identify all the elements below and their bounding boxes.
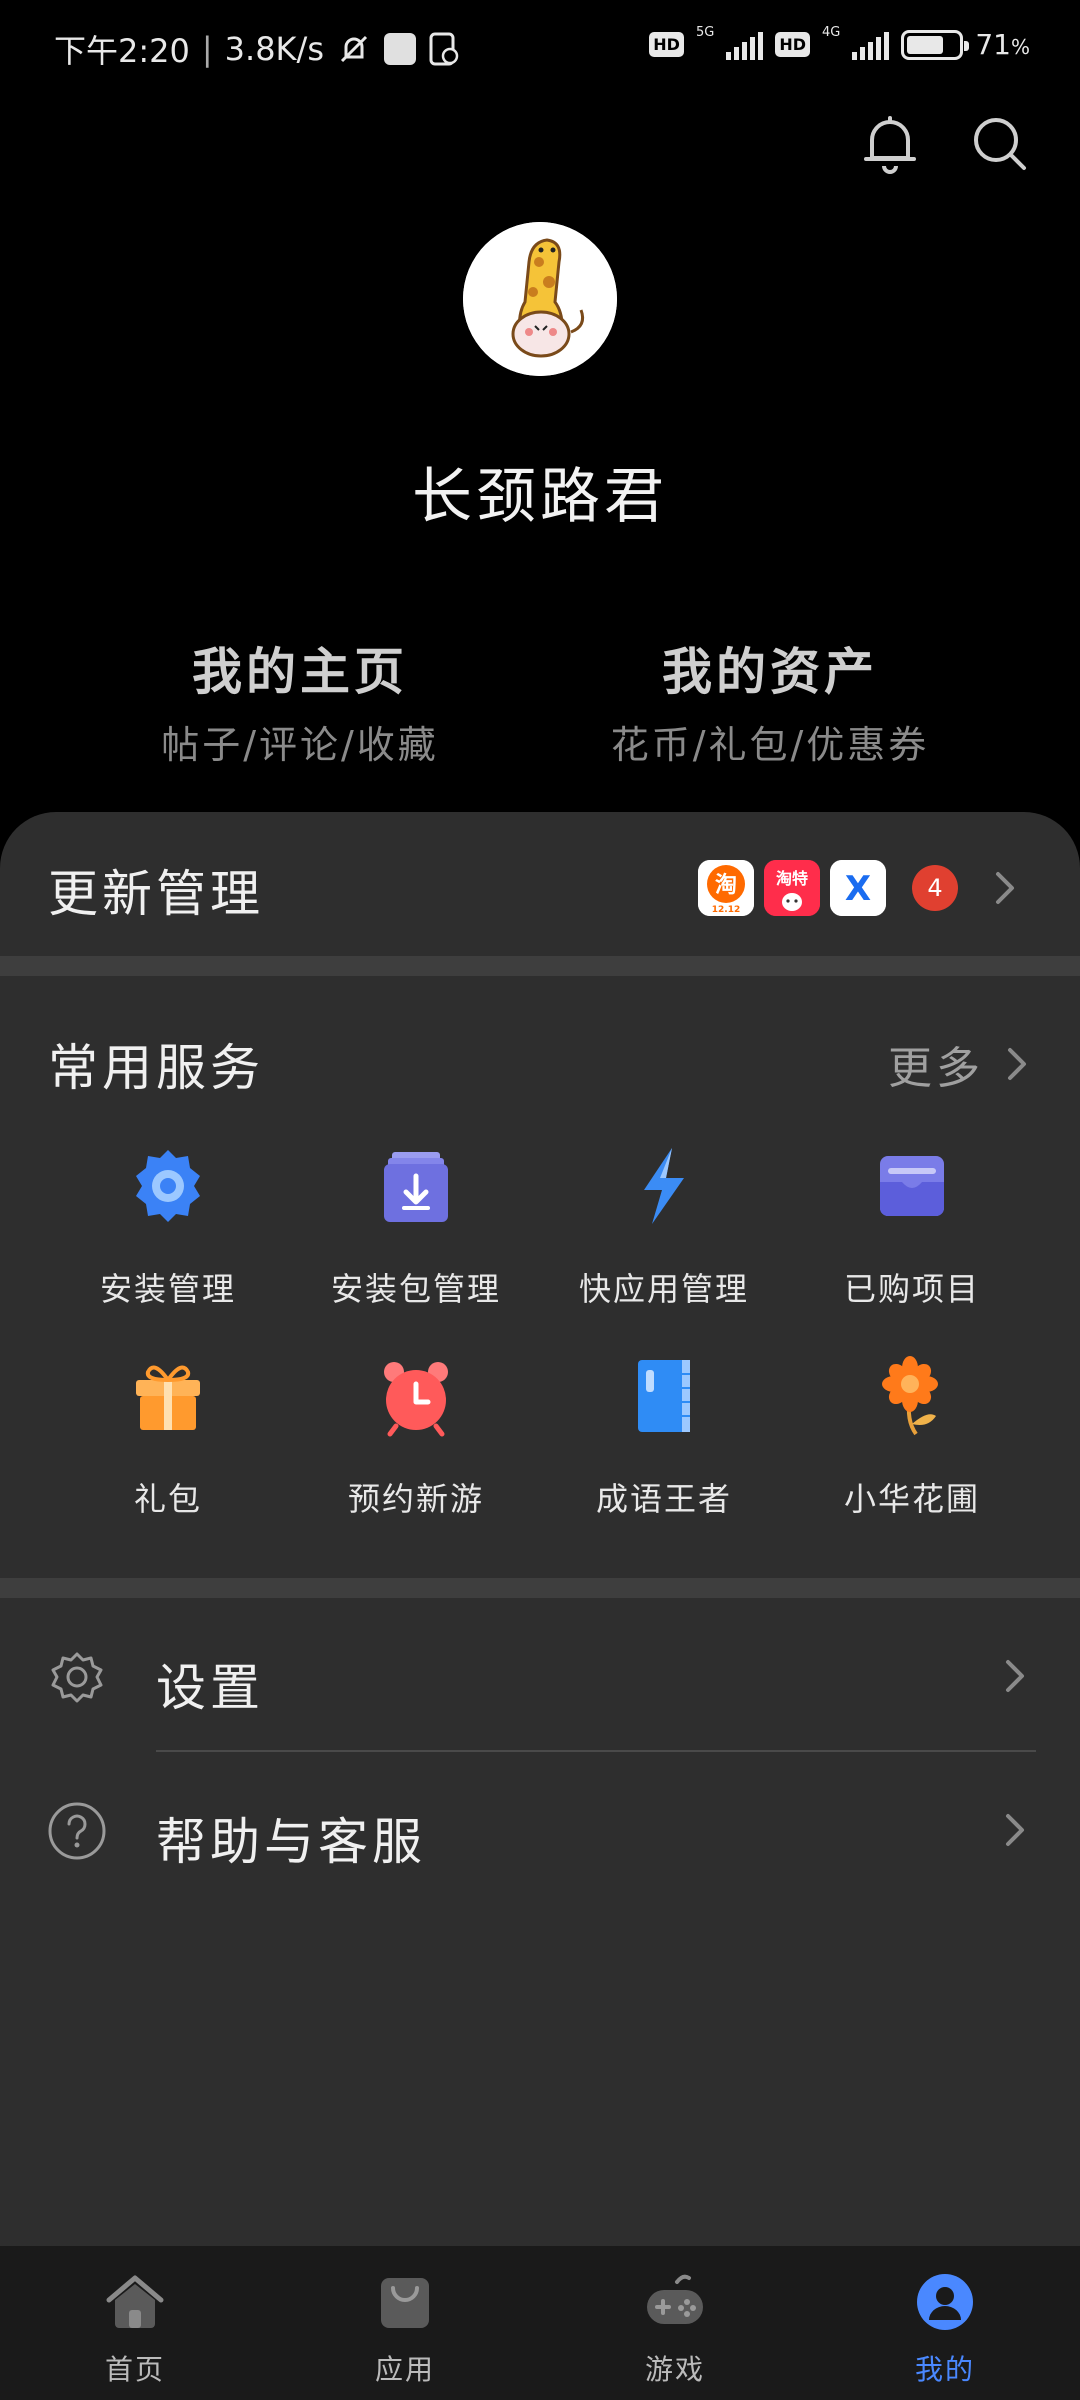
section-divider: [0, 956, 1080, 976]
common-services-title: 常用服务: [48, 1039, 264, 1097]
quick-links: 我的主页 帖子/评论/收藏 我的资产 花币/礼包/优惠券: [0, 632, 1080, 769]
service-install-management[interactable]: 安装管理: [44, 1144, 292, 1314]
my-homepage-title: 我的主页: [192, 643, 408, 701]
help-support-label: 帮助与客服: [156, 1813, 426, 1871]
giraffe-avatar-icon: [463, 222, 617, 376]
home-icon: [106, 2275, 164, 2328]
chevron-right-icon: [996, 872, 1014, 904]
pending-update-apps: 淘 12.12 淘特 X 4: [698, 860, 1020, 916]
network-type-1: 5G: [695, 25, 715, 40]
network-type-2: 4G: [821, 25, 841, 40]
gear-icon: [136, 1150, 200, 1222]
service-gift-pack[interactable]: 礼包: [44, 1354, 292, 1524]
hd-badge-1: HD: [649, 32, 684, 57]
status-bar: 下午2:20 | 3.8K/s HD 5G HD 4G 71%: [0, 0, 1080, 100]
status-left: 下午2:20 | 3.8K/s: [54, 26, 460, 72]
x-app-icon: X: [830, 860, 886, 916]
battery-unit: %: [1010, 35, 1030, 59]
hd-badge-2: HD: [775, 32, 810, 57]
app-bag-icon: [381, 2278, 429, 2328]
svg-text:X: X: [845, 869, 871, 909]
service-package-management[interactable]: 安装包管理: [292, 1144, 540, 1314]
battery-icon: [901, 29, 970, 60]
mute-bell-icon: [340, 35, 368, 63]
svg-text:淘特: 淘特: [776, 869, 808, 888]
settings-label: 设置: [156, 1659, 264, 1717]
search-icon[interactable]: [970, 112, 1030, 176]
help-support-row[interactable]: 帮助与客服: [0, 1752, 1080, 1906]
status-right: HD 5G HD 4G 71%: [649, 25, 1030, 61]
chevron-right-icon: [1006, 1660, 1024, 1692]
battery-percent: 71: [975, 28, 1011, 61]
bottom-nav: 首页 应用 游戏 我的: [0, 2246, 1080, 2400]
settings-row[interactable]: 设置: [0, 1598, 1080, 1752]
service-purchased-items[interactable]: 已购项目: [788, 1144, 1036, 1314]
chevron-right-icon: [1006, 1814, 1024, 1846]
service-label: 已购项目: [843, 1270, 980, 1308]
nav-games-label: 游戏: [644, 2353, 705, 2386]
service-label: 小华花圃: [843, 1480, 980, 1518]
network-speed: 3.8K/s: [224, 30, 324, 68]
my-assets-title: 我的资产: [662, 643, 878, 701]
package-download-icon: [384, 1152, 448, 1222]
service-label: 快应用管理: [578, 1270, 749, 1308]
nav-apps[interactable]: 应用: [270, 2246, 540, 2400]
svg-text:12.12: 12.12: [712, 905, 740, 915]
service-idiom-king[interactable]: 成语王者: [540, 1354, 788, 1524]
nav-home[interactable]: 首页: [0, 2246, 270, 2400]
notification-bell-icon[interactable]: [860, 112, 920, 176]
my-homepage-link[interactable]: 我的主页 帖子/评论/收藏: [0, 632, 540, 769]
update-management-row[interactable]: 更新管理 淘 12.12 淘特 X 4: [0, 812, 1080, 956]
signal-bars-1-icon: [726, 30, 764, 60]
status-time: 下午2:20: [54, 32, 190, 70]
update-count-badge: 4: [912, 865, 958, 911]
chevron-right-icon: [1008, 1048, 1026, 1080]
gamepad-icon: [647, 2274, 703, 2324]
nav-games[interactable]: 游戏: [540, 2246, 810, 2400]
username: 长颈路君: [412, 462, 668, 532]
gift-icon: [136, 1365, 200, 1430]
nav-mine[interactable]: 我的: [810, 2246, 1080, 2400]
signal-bars-2-icon: [852, 30, 890, 60]
avatar[interactable]: [463, 222, 617, 376]
service-flower-garden[interactable]: 小华花圃: [788, 1354, 1036, 1524]
service-label: 安装包管理: [330, 1270, 501, 1308]
service-reserve-new-games[interactable]: 预约新游: [292, 1354, 540, 1524]
header-actions: [860, 112, 1030, 176]
lightning-icon: [644, 1148, 684, 1224]
common-services-section: 常用服务 更多 安装管理 安装包管理 快应用管理 已购项目 礼包 预约新游 成语…: [0, 976, 1080, 1578]
taobao-app-icon: 淘 12.12: [698, 860, 754, 916]
service-label: 成语王者: [595, 1480, 732, 1518]
my-assets-link[interactable]: 我的资产 花币/礼包/优惠券: [540, 632, 1080, 769]
section-divider: [0, 1578, 1080, 1598]
my-homepage-subtitle: 帖子/评论/收藏: [161, 723, 439, 767]
book-icon: [638, 1360, 690, 1432]
notification-square-icon: [383, 33, 416, 65]
alarm-clock-icon: [384, 1362, 448, 1437]
nav-apps-label: 应用: [374, 2353, 435, 2386]
nav-home-label: 首页: [104, 2353, 165, 2386]
help-icon: [48, 1802, 106, 1860]
service-quick-app-management[interactable]: 快应用管理: [540, 1144, 788, 1314]
svg-text:淘: 淘: [715, 872, 737, 898]
content-sheet: 更新管理 淘 12.12 淘特 X 4 常用服务 更多 安装管理 安装包管理 快…: [0, 812, 1080, 2246]
more-services-link[interactable]: 更多: [888, 1032, 1032, 1096]
taote-app-icon: 淘特: [764, 860, 820, 916]
phone-clock-icon: [429, 32, 459, 66]
services-grid: 安装管理 安装包管理 快应用管理 已购项目 礼包 预约新游 成语王者 小华花圃: [0, 1144, 1080, 1524]
profile-icon: [917, 2274, 973, 2330]
my-assets-subtitle: 花币/礼包/优惠券: [610, 723, 930, 767]
service-label: 礼包: [133, 1480, 202, 1518]
nav-mine-label: 我的: [914, 2353, 975, 2386]
service-label: 安装管理: [99, 1270, 236, 1308]
update-management-title: 更新管理: [48, 865, 264, 923]
more-label: 更多: [888, 1043, 984, 1094]
flower-icon: [882, 1356, 938, 1436]
settings-gear-icon: [51, 1652, 103, 1703]
wallet-icon: [880, 1156, 944, 1216]
service-label: 预约新游: [347, 1480, 484, 1518]
